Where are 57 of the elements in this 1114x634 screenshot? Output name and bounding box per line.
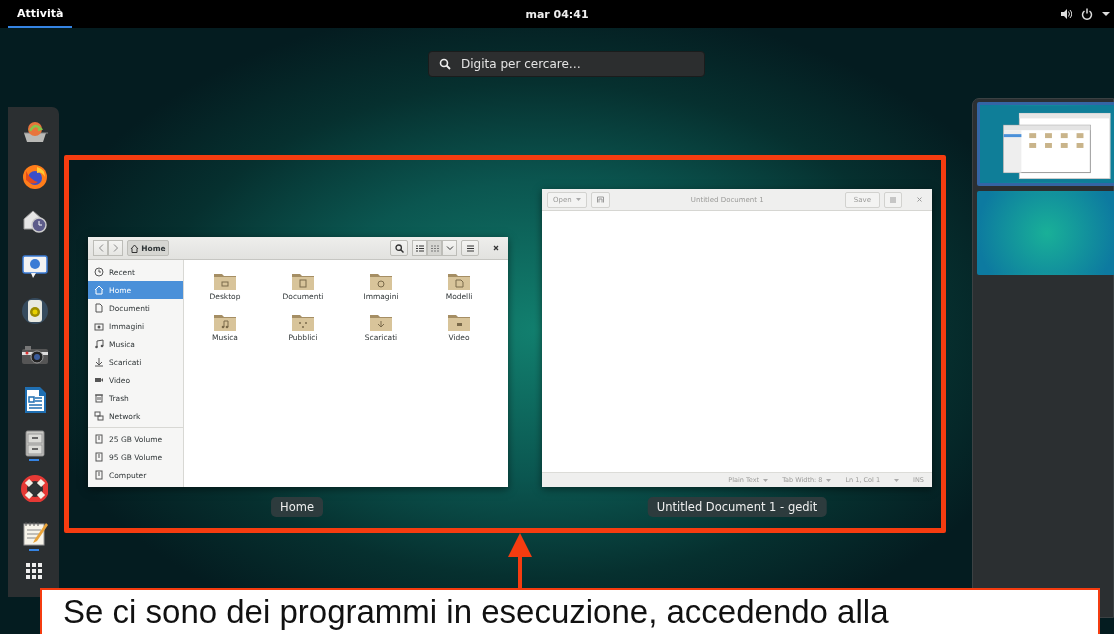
window-caption: Home xyxy=(271,497,323,517)
view-toggle-button[interactable] xyxy=(412,240,427,256)
clock[interactable]: mar 04:41 xyxy=(525,7,589,21)
pin-icon xyxy=(596,196,604,203)
folder-icon xyxy=(369,312,393,332)
lifebuoy-icon xyxy=(19,474,48,503)
search-icon xyxy=(394,243,404,253)
power-icon[interactable] xyxy=(1081,8,1093,20)
camera-icon xyxy=(94,321,104,331)
callout-text: Se ci sono dei programmi in esecuzione, accedendo alla xyxy=(40,588,1100,634)
folder-icon xyxy=(291,312,315,332)
caret-icon xyxy=(445,245,454,251)
close-icon xyxy=(492,245,499,251)
app-grid-icon xyxy=(25,563,42,580)
network-icon xyxy=(94,411,104,421)
home-icon xyxy=(94,285,104,295)
music-icon xyxy=(94,339,104,349)
trash-icon xyxy=(94,393,104,403)
pin-button[interactable] xyxy=(590,191,610,208)
clock-icon xyxy=(94,267,104,277)
grid-view-icon xyxy=(430,244,439,252)
close-icon xyxy=(917,197,922,202)
speaker-icon xyxy=(19,295,48,324)
activities-button[interactable]: Attività xyxy=(8,0,73,28)
download-icon xyxy=(94,357,104,367)
view-toggle-button[interactable] xyxy=(427,240,442,256)
caret-icon xyxy=(575,198,581,201)
home-icon xyxy=(130,243,140,253)
caret-icon xyxy=(763,478,769,482)
folder-icon xyxy=(213,312,237,332)
folder-icon xyxy=(291,271,315,291)
menu-icon xyxy=(466,244,474,252)
list-view-icon xyxy=(415,244,424,252)
caret-icon xyxy=(894,478,900,482)
folder-icon xyxy=(447,271,471,291)
caret-icon[interactable] xyxy=(1102,11,1110,17)
drive-icon xyxy=(94,470,104,480)
volume-icon[interactable] xyxy=(1060,8,1072,20)
view-options-button[interactable] xyxy=(442,240,457,256)
menu-icon xyxy=(890,196,896,203)
search-field[interactable]: Digita per cercare… xyxy=(428,51,705,77)
forward-icon xyxy=(112,244,119,252)
arrow-drawing xyxy=(508,533,532,589)
drive-icon xyxy=(94,452,104,462)
caret-icon xyxy=(826,478,832,482)
workspace-thumbnail[interactable] xyxy=(977,191,1114,275)
back-icon xyxy=(97,244,104,252)
video-icon xyxy=(94,375,104,385)
window-caption: Untitled Document 1 - gedit xyxy=(647,497,827,517)
folder-icon xyxy=(213,271,237,291)
folder-icon xyxy=(369,271,393,291)
folder-icon xyxy=(447,312,471,332)
drive-icon xyxy=(94,434,104,444)
menu-button[interactable] xyxy=(461,240,479,256)
search-icon xyxy=(439,58,451,70)
search-button[interactable] xyxy=(390,240,408,256)
file-icon xyxy=(94,303,104,313)
